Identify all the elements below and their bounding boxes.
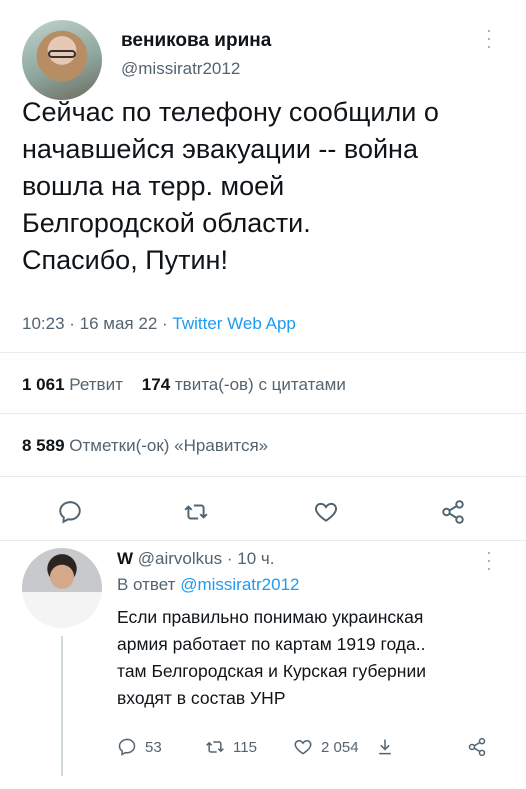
reply-avatar[interactable] <box>22 548 102 628</box>
meta-separator: · <box>64 314 80 333</box>
tweet-text-line: вошла на терр. моей <box>22 171 285 201</box>
quote-count: 174 <box>141 375 171 394</box>
replying-mention-link[interactable]: @missiratr2012 <box>180 575 299 594</box>
heart-icon[interactable] <box>306 492 346 532</box>
like-count: 8 589 <box>22 436 65 455</box>
author-display-name[interactable]: веникова ирина <box>121 30 271 52</box>
more-icon[interactable]: · · · <box>484 21 494 55</box>
retweet-label: Ретвит <box>69 375 123 394</box>
thread-line <box>61 636 63 776</box>
avatar[interactable] <box>22 20 102 100</box>
share-icon[interactable] <box>467 733 487 761</box>
reply-header: W @airvolkus · 10 ч. <box>117 549 274 569</box>
tweet-source-link[interactable]: Twitter Web App <box>172 314 295 333</box>
reply-like-button[interactable]: 2 054 <box>293 733 359 761</box>
reply-reply-button[interactable]: 53 <box>117 733 162 761</box>
reply-icon[interactable] <box>50 492 90 532</box>
reply-text-line: входят в состав УНР <box>117 688 286 708</box>
share-icon[interactable] <box>433 492 473 532</box>
reply-retweet-button[interactable]: 115 <box>205 733 257 761</box>
tweet-time[interactable]: 10:23 <box>22 314 65 333</box>
like-stats[interactable]: 8 589 Отметки(-ок) «Нравится» <box>22 436 268 456</box>
tweet-meta: 10:23 · 16 мая 22 · Twitter Web App <box>22 314 296 334</box>
reply-like-count: 2 054 <box>321 738 359 756</box>
tweet-text-line: Спасибо, Путин! <box>22 245 228 275</box>
reply-time[interactable]: 10 ч. <box>237 549 274 568</box>
reply-text-line: армия работает по картам 1919 года.. <box>117 634 426 654</box>
divider <box>0 476 526 477</box>
retweet-stats[interactable]: 1 061 Ретвит 174 твита(-ов) с цитатами <box>22 375 346 395</box>
glasses-shape <box>48 50 76 58</box>
retweet-icon[interactable] <box>176 492 216 532</box>
reply-retweet-count: 115 <box>233 738 257 756</box>
divider <box>0 540 526 541</box>
heart-icon <box>294 739 312 755</box>
retweet-icon <box>206 741 224 753</box>
like-label: Отметки(-ок) «Нравится» <box>69 436 269 455</box>
tweet-action-bar <box>0 492 526 538</box>
reply-count: 53 <box>145 738 162 756</box>
stats-icon[interactable] <box>375 733 395 761</box>
quote-label: твита(-ов) с цитатами <box>174 375 346 394</box>
reply-display-name[interactable]: W <box>117 549 133 568</box>
more-icon[interactable]: · · · <box>484 543 494 577</box>
tweet-text-line: Сейчас по телефону сообщили о <box>22 97 439 127</box>
tweet-text: Сейчас по телефону сообщили о начавшейся… <box>22 94 512 279</box>
reply-text-line: Если правильно понимаю украинская <box>117 607 424 627</box>
reply-separator: · <box>222 549 238 568</box>
reply-text: Если правильно понимаю украинская армия … <box>117 604 517 712</box>
reply-text-line: там Белгородская и Курская губернии <box>117 661 426 681</box>
meta-separator: · <box>157 314 173 333</box>
replying-prefix: В ответ <box>117 575 176 594</box>
replying-to: В ответ @missiratr2012 <box>117 575 299 595</box>
tweet-text-line: начавшейся эвакуации -- война <box>22 134 418 164</box>
divider <box>0 352 526 353</box>
reply-handle[interactable]: @airvolkus <box>138 549 222 568</box>
tweet-text-line: Белгородской области. <box>22 208 311 238</box>
divider <box>0 413 526 414</box>
author-handle[interactable]: @missiratr2012 <box>121 59 240 79</box>
reply-icon <box>118 738 136 756</box>
retweet-count: 1 061 <box>22 375 65 394</box>
reply-action-bar: 53 115 2 054 <box>117 733 517 763</box>
tweet-date[interactable]: 16 мая 22 <box>80 314 158 333</box>
